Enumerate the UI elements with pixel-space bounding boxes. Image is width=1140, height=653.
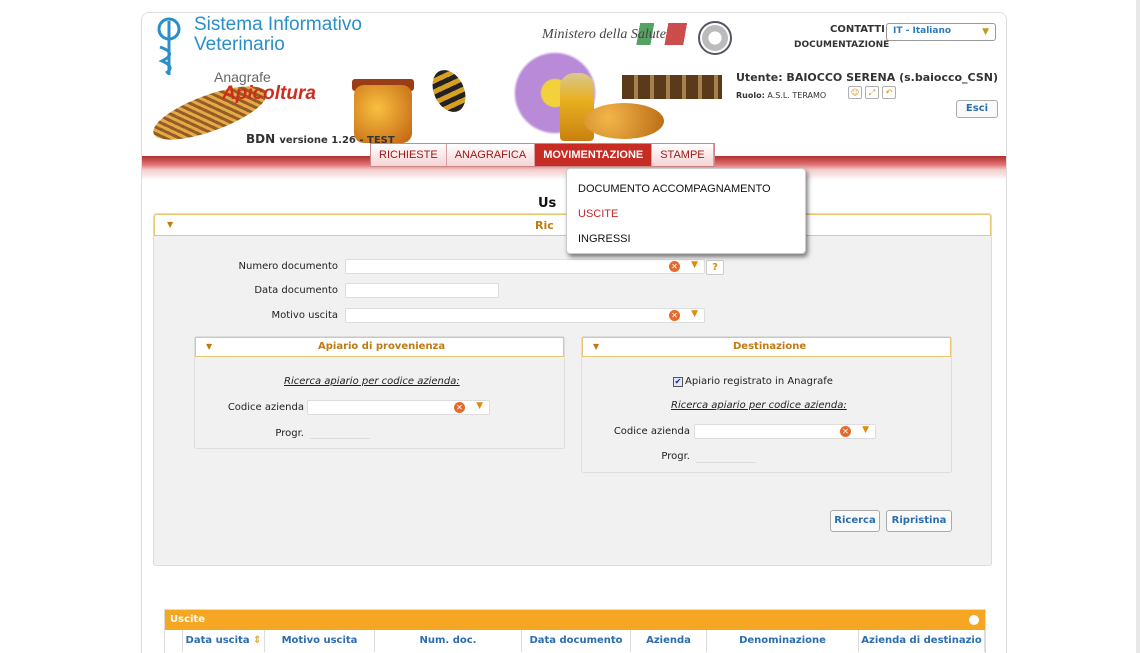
- results-grid: Uscite Data uscita ⇕ Motivo uscita Num. …: [164, 609, 986, 653]
- collapse-caret-icon[interactable]: ▼: [167, 220, 173, 229]
- results-grid-header: Uscite: [165, 610, 985, 630]
- destinazione-title: Destinazione: [733, 341, 807, 352]
- page-title: Us: [538, 196, 557, 211]
- chevron-down-icon[interactable]: ▼: [691, 309, 698, 319]
- help-button[interactable]: ?: [706, 260, 724, 275]
- back-arrow-icon[interactable]: ↶: [882, 86, 896, 99]
- dropdown-ingressi[interactable]: INGRESSI: [567, 227, 805, 252]
- version-prefix: BDN: [246, 132, 276, 146]
- ripristina-button[interactable]: Ripristina: [886, 510, 952, 532]
- movimentazione-dropdown: DOCUMENTO ACCOMPAGNAMENTO USCITE INGRESS…: [566, 168, 806, 254]
- collapse-circle-icon[interactable]: [969, 615, 979, 625]
- provenienza-progr-label: Progr.: [275, 428, 304, 439]
- collapse-caret-icon[interactable]: ▼: [206, 342, 212, 351]
- provenienza-progr-field[interactable]: [310, 438, 370, 439]
- beehives-image: [622, 75, 722, 99]
- destinazione-codice-field[interactable]: ✕ ▼: [694, 424, 876, 439]
- role-label-key: Ruolo:: [736, 91, 765, 100]
- search-panel-title: Ric: [535, 219, 554, 232]
- registered-apiary-checkbox[interactable]: ✔: [673, 377, 683, 387]
- user-label: Utente: BAIOCCO SERENA (s.baiocco_CSN): [736, 71, 998, 84]
- sort-icon[interactable]: ⇕: [253, 635, 261, 646]
- provenienza-search-link[interactable]: Ricerca apiario per codice azienda:: [284, 376, 460, 387]
- destinazione-search-link[interactable]: Ricerca apiario per codice azienda:: [671, 400, 847, 411]
- provenienza-codice-field[interactable]: ✕ ▼: [307, 400, 490, 415]
- beekeeper-image: [560, 73, 594, 141]
- republic-emblem-icon: [698, 21, 732, 55]
- column-azienda-destinazione[interactable]: Azienda di destinazio: [859, 630, 985, 652]
- clear-icon[interactable]: ✕: [840, 426, 851, 437]
- results-title: Uscite: [170, 614, 205, 625]
- registered-apiary-label: Apiario registrato in Anagrafe: [685, 376, 833, 387]
- language-select[interactable]: IT - Italiano ▼: [886, 23, 996, 41]
- page-scrollbar[interactable]: [1136, 0, 1140, 653]
- honey-dipper-image: [584, 103, 664, 139]
- data-documento-field[interactable]: [345, 283, 499, 298]
- clear-icon[interactable]: ✕: [669, 310, 680, 321]
- caduceus-logo-icon: [157, 17, 181, 75]
- clear-icon[interactable]: ✕: [669, 261, 680, 272]
- menu-movimentazione[interactable]: MOVIMENTAZIONE: [535, 144, 653, 166]
- bee-image: [426, 64, 472, 118]
- user-icon[interactable]: ☺: [848, 86, 862, 99]
- system-title-line1: Sistema Informativo: [194, 14, 362, 35]
- chevron-down-icon[interactable]: ▼: [691, 260, 698, 270]
- language-value: IT - Italiano: [893, 26, 952, 36]
- destinazione-progr-label: Progr.: [661, 451, 690, 462]
- collapse-caret-icon[interactable]: ▼: [593, 342, 599, 351]
- column-azienda[interactable]: Azienda: [631, 630, 707, 652]
- expand-icon[interactable]: ⤢: [865, 86, 879, 99]
- column-spacer: [165, 630, 183, 652]
- provenienza-title: Apiario di provenienza: [318, 341, 446, 352]
- results-columns: Data uscita ⇕ Motivo uscita Num. doc. Da…: [165, 630, 985, 652]
- ministry-logo: Ministero della Salute: [542, 27, 666, 42]
- system-title-line2: Veterinario: [194, 34, 285, 55]
- chevron-down-icon[interactable]: ▼: [476, 401, 483, 411]
- system-title: Sistema Informativo Veterinario: [194, 15, 362, 55]
- role-label-value: A.S.L. TERAMO: [767, 91, 827, 100]
- provenienza-panel-header[interactable]: ▼ Apiario di provenienza: [195, 337, 564, 357]
- motivo-uscita-field[interactable]: ✕ ▼: [345, 308, 705, 323]
- app-subtitle-big: Apicoltura: [222, 83, 316, 104]
- dropdown-documento-accompagnamento[interactable]: DOCUMENTO ACCOMPAGNAMENTO: [567, 177, 805, 202]
- role-tools: ☺ ⤢ ↶: [848, 86, 896, 99]
- role-label: Ruolo: A.S.L. TERAMO: [736, 91, 826, 100]
- data-documento-label: Data documento: [254, 285, 338, 296]
- chevron-down-icon[interactable]: ▼: [862, 425, 869, 435]
- clear-icon[interactable]: ✕: [454, 402, 465, 413]
- contatti-link[interactable]: CONTATTI: [830, 24, 885, 35]
- app-frame: Sistema Informativo Veterinario Anagrafe…: [141, 12, 1007, 653]
- column-num-doc[interactable]: Num. doc.: [375, 630, 522, 652]
- column-data-uscita-label: Data uscita: [185, 635, 250, 646]
- documentazione-link[interactable]: DOCUMENTAZIONE: [794, 40, 889, 50]
- column-motivo-uscita[interactable]: Motivo uscita: [265, 630, 375, 652]
- app-header: Sistema Informativo Veterinario Anagrafe…: [142, 13, 1006, 180]
- main-menu: RICHIESTE ANAGRAFICA MOVIMENTAZIONE STAM…: [370, 143, 715, 167]
- menu-stampe[interactable]: STAMPE: [652, 144, 714, 166]
- column-denominazione[interactable]: Denominazione: [707, 630, 859, 652]
- motivo-uscita-label: Motivo uscita: [271, 310, 338, 321]
- menu-richieste[interactable]: RICHIESTE: [371, 144, 447, 166]
- menu-anagrafica[interactable]: ANAGRAFICA: [446, 144, 536, 166]
- column-data-documento[interactable]: Data documento: [522, 630, 631, 652]
- ricerca-button[interactable]: Ricerca: [830, 510, 880, 532]
- logout-button[interactable]: Esci: [956, 100, 998, 118]
- numero-documento-field[interactable]: ✕ ▼: [345, 259, 705, 274]
- destinazione-panel-header[interactable]: ▼ Destinazione: [582, 337, 951, 357]
- column-data-uscita[interactable]: Data uscita ⇕: [183, 630, 265, 652]
- numero-documento-label: Numero documento: [238, 261, 338, 272]
- destinazione-codice-label: Codice azienda: [613, 426, 690, 437]
- destinazione-progr-field[interactable]: [696, 462, 756, 463]
- provenienza-codice-label: Codice azienda: [227, 402, 304, 413]
- chevron-down-icon: ▼: [982, 27, 989, 37]
- dropdown-uscite[interactable]: USCITE: [567, 202, 805, 227]
